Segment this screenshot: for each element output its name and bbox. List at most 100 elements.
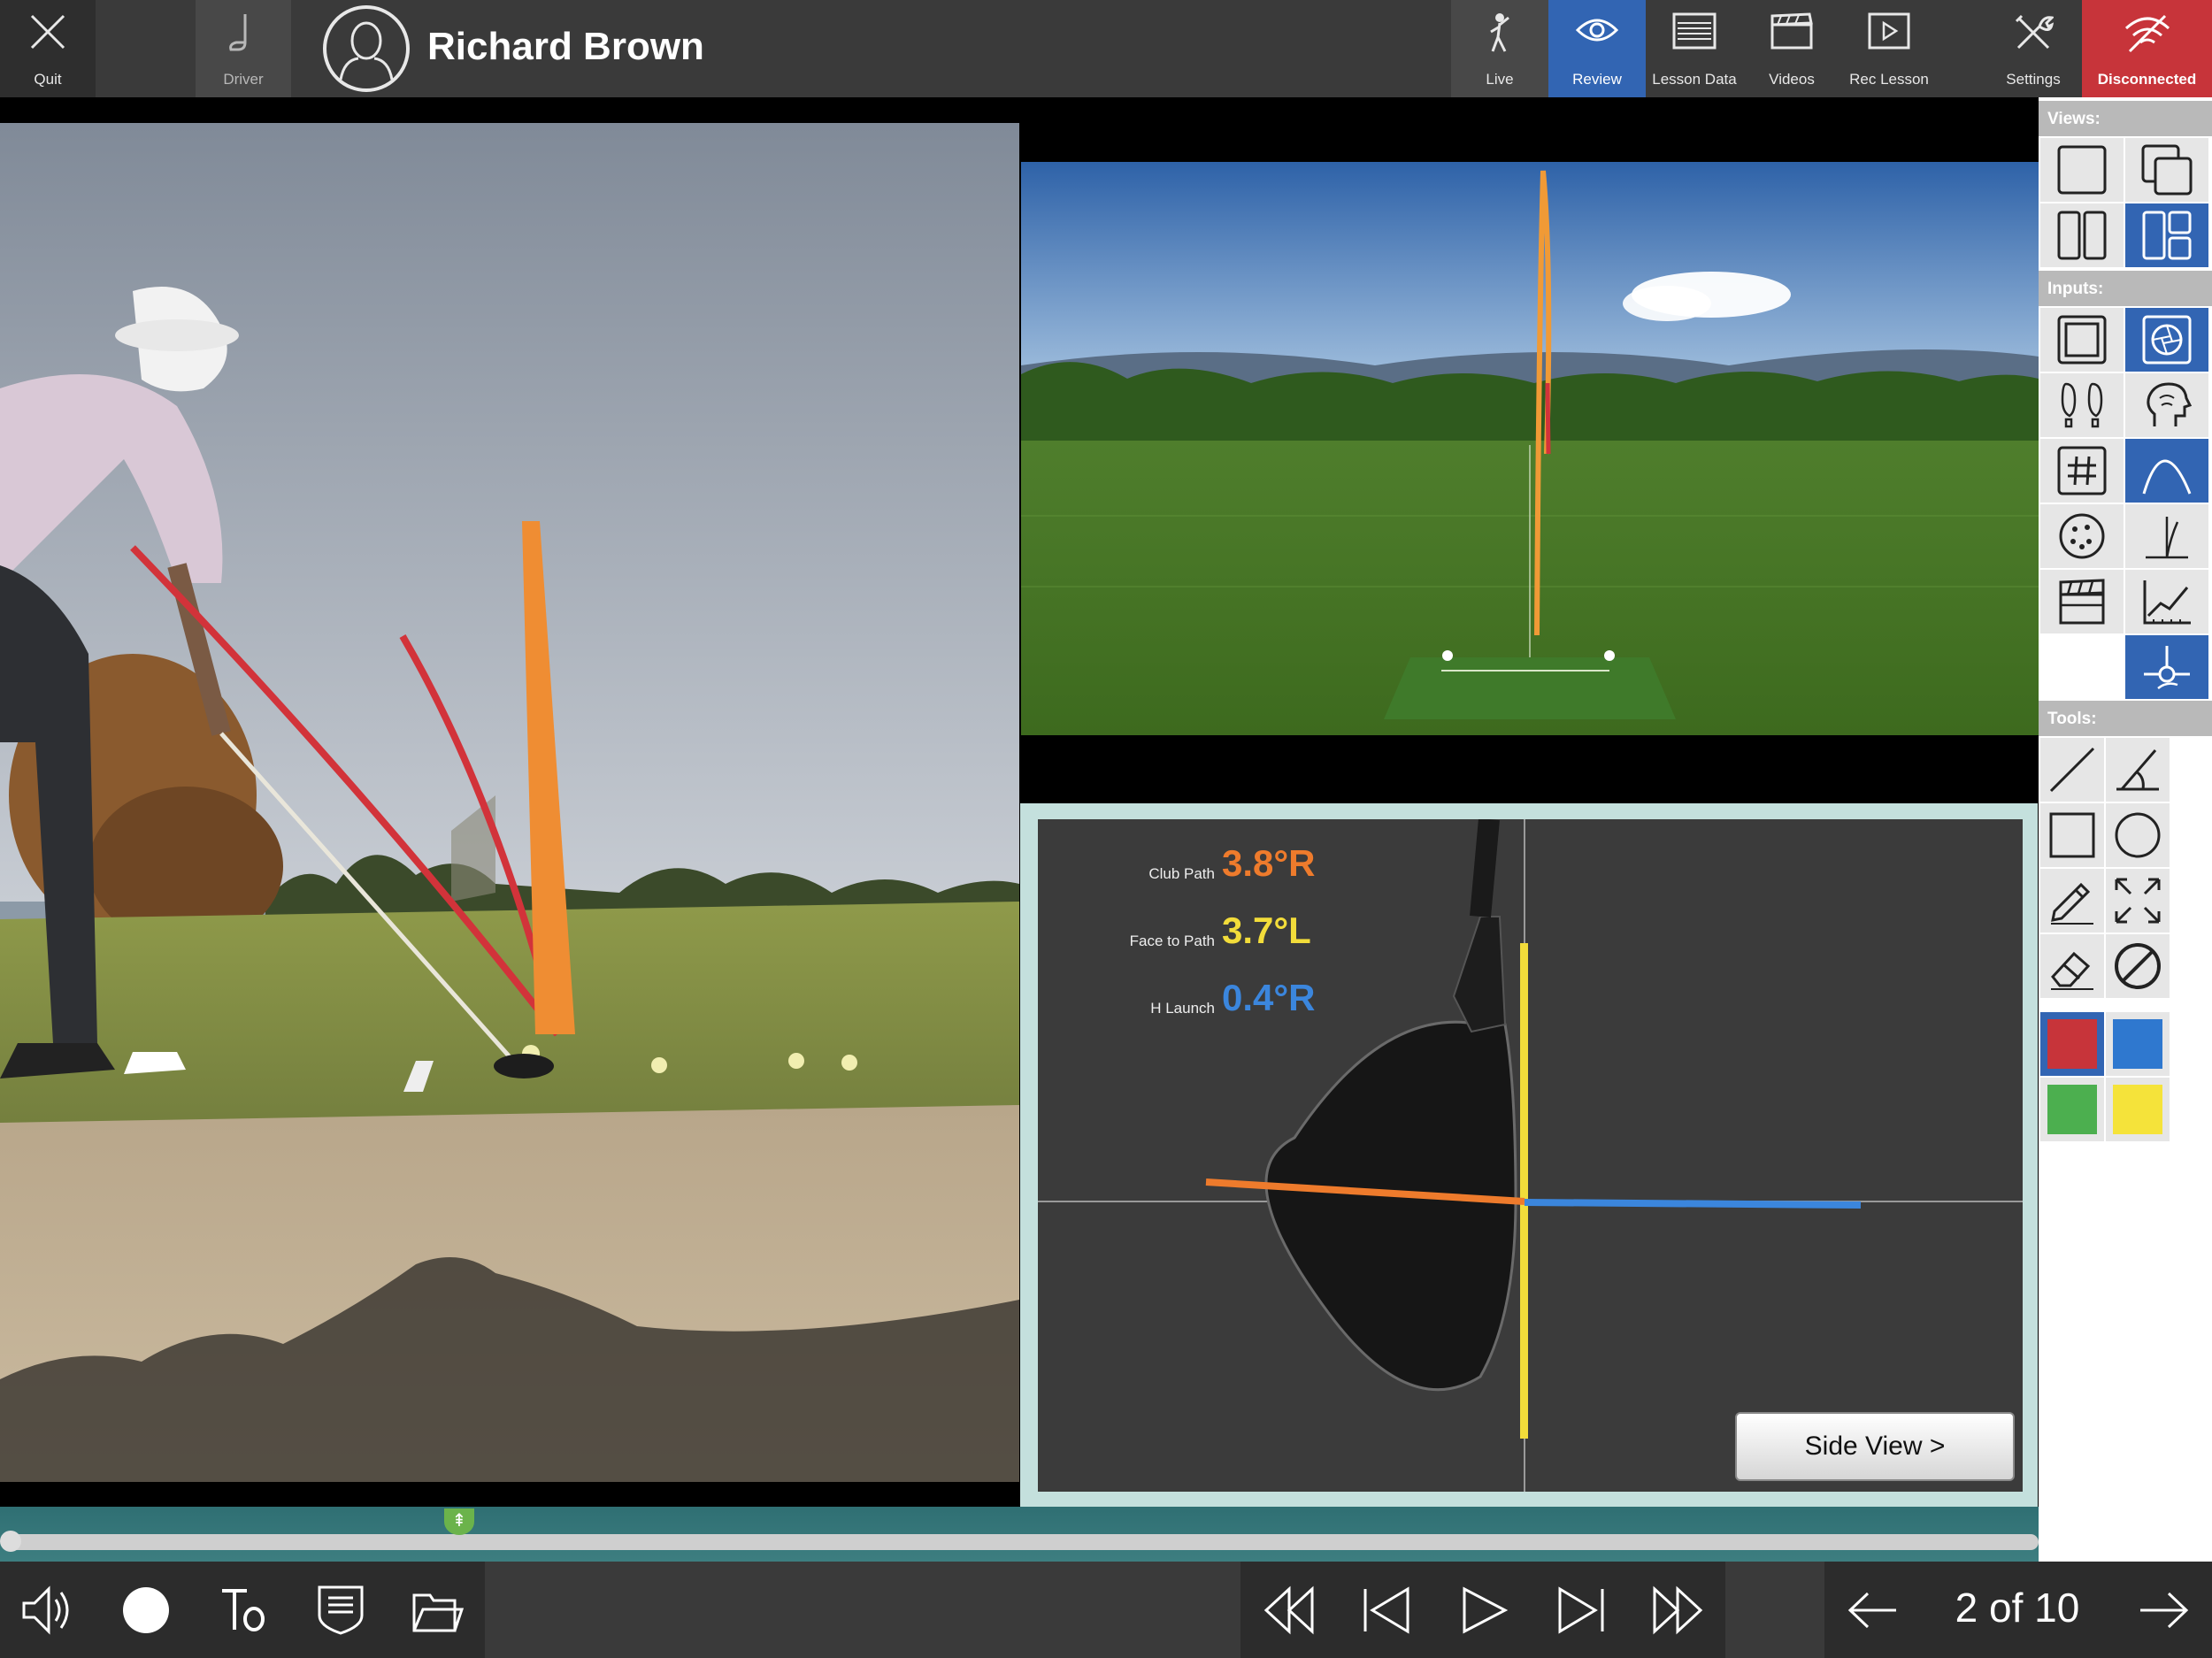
shield-list-icon [318,1585,364,1635]
club-face-graphic [1038,819,2023,1492]
swing-video-view[interactable] [0,123,1019,1482]
view-single-button[interactable] [2040,138,2124,202]
rewind-button[interactable] [1240,1562,1338,1658]
tool-rectangle-button[interactable] [2040,803,2104,867]
clapperboard-icon [1770,12,1813,50]
club-selector-button[interactable]: Driver [196,0,291,97]
club-face-data-panel: Club Path 3.8°R Face to Path 3.7°L H Lau… [1020,803,2038,1507]
color-red-button[interactable] [2040,1012,2104,1076]
tab-label: Review [1572,71,1622,88]
settings-button[interactable]: Settings [1985,0,2082,97]
tool-eraser-button[interactable] [2040,934,2104,998]
tool-pencil-button[interactable] [2040,869,2104,933]
swing-video-frame [0,123,1019,1482]
prohibit-icon [2115,943,2161,989]
footprints-icon [2061,382,2103,428]
timeline-track[interactable] [5,1534,2039,1550]
record-button[interactable] [97,1562,195,1658]
text-tool-icon [222,1588,265,1631]
open-folder-button[interactable] [389,1562,485,1658]
rewind-icon [1263,1585,1314,1634]
record-dot-icon [123,1586,169,1633]
fast-forward-button[interactable] [1630,1562,1725,1658]
volume-button[interactable] [0,1562,97,1658]
input-head-button[interactable] [2125,373,2208,437]
color-yellow-button[interactable] [2106,1078,2170,1141]
quit-label: Quit [34,71,62,88]
view-overlay-button[interactable] [2125,138,2208,202]
tool-angle-button[interactable] [2106,738,2170,802]
input-ball-button[interactable] [2040,504,2124,568]
play-button[interactable] [1435,1562,1532,1658]
split-view-icon [2057,211,2107,260]
h-launch-value: 0.4°R [1222,977,1316,1018]
tool-fullscreen-button[interactable] [2106,869,2170,933]
color-green-button[interactable] [2040,1078,2104,1141]
tab-rec-lesson[interactable]: Rec Lesson [1840,0,1938,97]
timeline-handle[interactable] [0,1531,21,1552]
skip-forward-icon [1558,1585,1604,1634]
notes-button[interactable] [292,1562,389,1658]
input-footprints-button[interactable] [2040,373,2124,437]
input-grid-button[interactable] [2040,439,2124,503]
tab-label: Lesson Data [1652,71,1737,88]
launch-angle-icon [2146,517,2188,559]
quit-button[interactable]: Quit [0,0,96,97]
close-icon [30,14,65,50]
tool-clear-button[interactable] [2106,934,2170,998]
head-profile-icon [2147,382,2192,426]
swing-plane-icon [2144,646,2190,690]
connection-status-button[interactable]: Disconnected [2082,0,2212,97]
input-trajectory-button[interactable] [2125,439,2208,503]
tools-header: Tools: [2039,701,2212,736]
video-play-icon [1868,12,1910,50]
previous-shot-button[interactable] [1824,1562,1922,1658]
tab-videos[interactable]: Videos [1743,0,1840,97]
settings-label: Settings [2006,71,2061,88]
club-path-value: 3.8°R [1222,842,1316,884]
trajectory-arc-icon [2142,459,2192,495]
angle-tool-icon [2116,749,2159,791]
tab-review[interactable]: Review [1548,0,1646,97]
tab-live[interactable]: Live [1451,0,1548,97]
side-view-button[interactable]: Side View > [1735,1412,2015,1481]
view-split-button[interactable] [2040,203,2124,267]
data-table-icon [1672,12,1717,50]
arrow-right-icon [2140,1592,2189,1628]
input-camera-button[interactable] [2125,308,2208,372]
impact-marker-icon[interactable]: ⇞ [444,1508,474,1535]
triple-view-icon [2142,211,2192,260]
play-icon [1463,1586,1509,1633]
golf-ball-icon [2059,513,2105,559]
next-shot-button[interactable] [2115,1562,2212,1658]
input-clapper-button[interactable] [2040,570,2124,633]
tab-lesson-data[interactable]: Lesson Data [1646,0,1743,97]
input-launch-angle-button[interactable] [2125,504,2208,568]
previous-frame-button[interactable] [1338,1562,1435,1658]
line-chart-icon [2143,580,2191,625]
avatar[interactable] [323,5,410,92]
tab-label: Videos [1769,71,1815,88]
person-silhouette-icon [339,21,394,81]
input-frame-button[interactable] [2040,308,2124,372]
color-swatch-red [2047,1019,2097,1069]
range-3d-scene [1021,162,2039,735]
camera-aperture-icon [2142,315,2192,365]
text-overlay-button[interactable] [195,1562,292,1658]
tool-line-button[interactable] [2040,738,2104,802]
view-triple-button[interactable] [2125,203,2208,267]
rectangle-tool-icon [2049,812,2095,858]
views-header: Views: [2039,101,2212,136]
fast-forward-icon [1653,1585,1703,1634]
input-swing-plane-button[interactable] [2125,635,2208,699]
next-frame-button[interactable] [1532,1562,1630,1658]
shot-page-indicator: 2 of 10 [1955,1585,2080,1631]
speaker-icon [22,1585,69,1635]
input-chart-button[interactable] [2125,570,2208,633]
tool-circle-button[interactable] [2106,803,2170,867]
color-blue-button[interactable] [2106,1012,2170,1076]
face-to-path-value: 3.7°L [1222,910,1311,951]
player-name: Richard Brown [427,25,704,68]
face-to-path-label: Face to Path [1129,933,1215,949]
range-3d-view[interactable] [1021,162,2039,735]
